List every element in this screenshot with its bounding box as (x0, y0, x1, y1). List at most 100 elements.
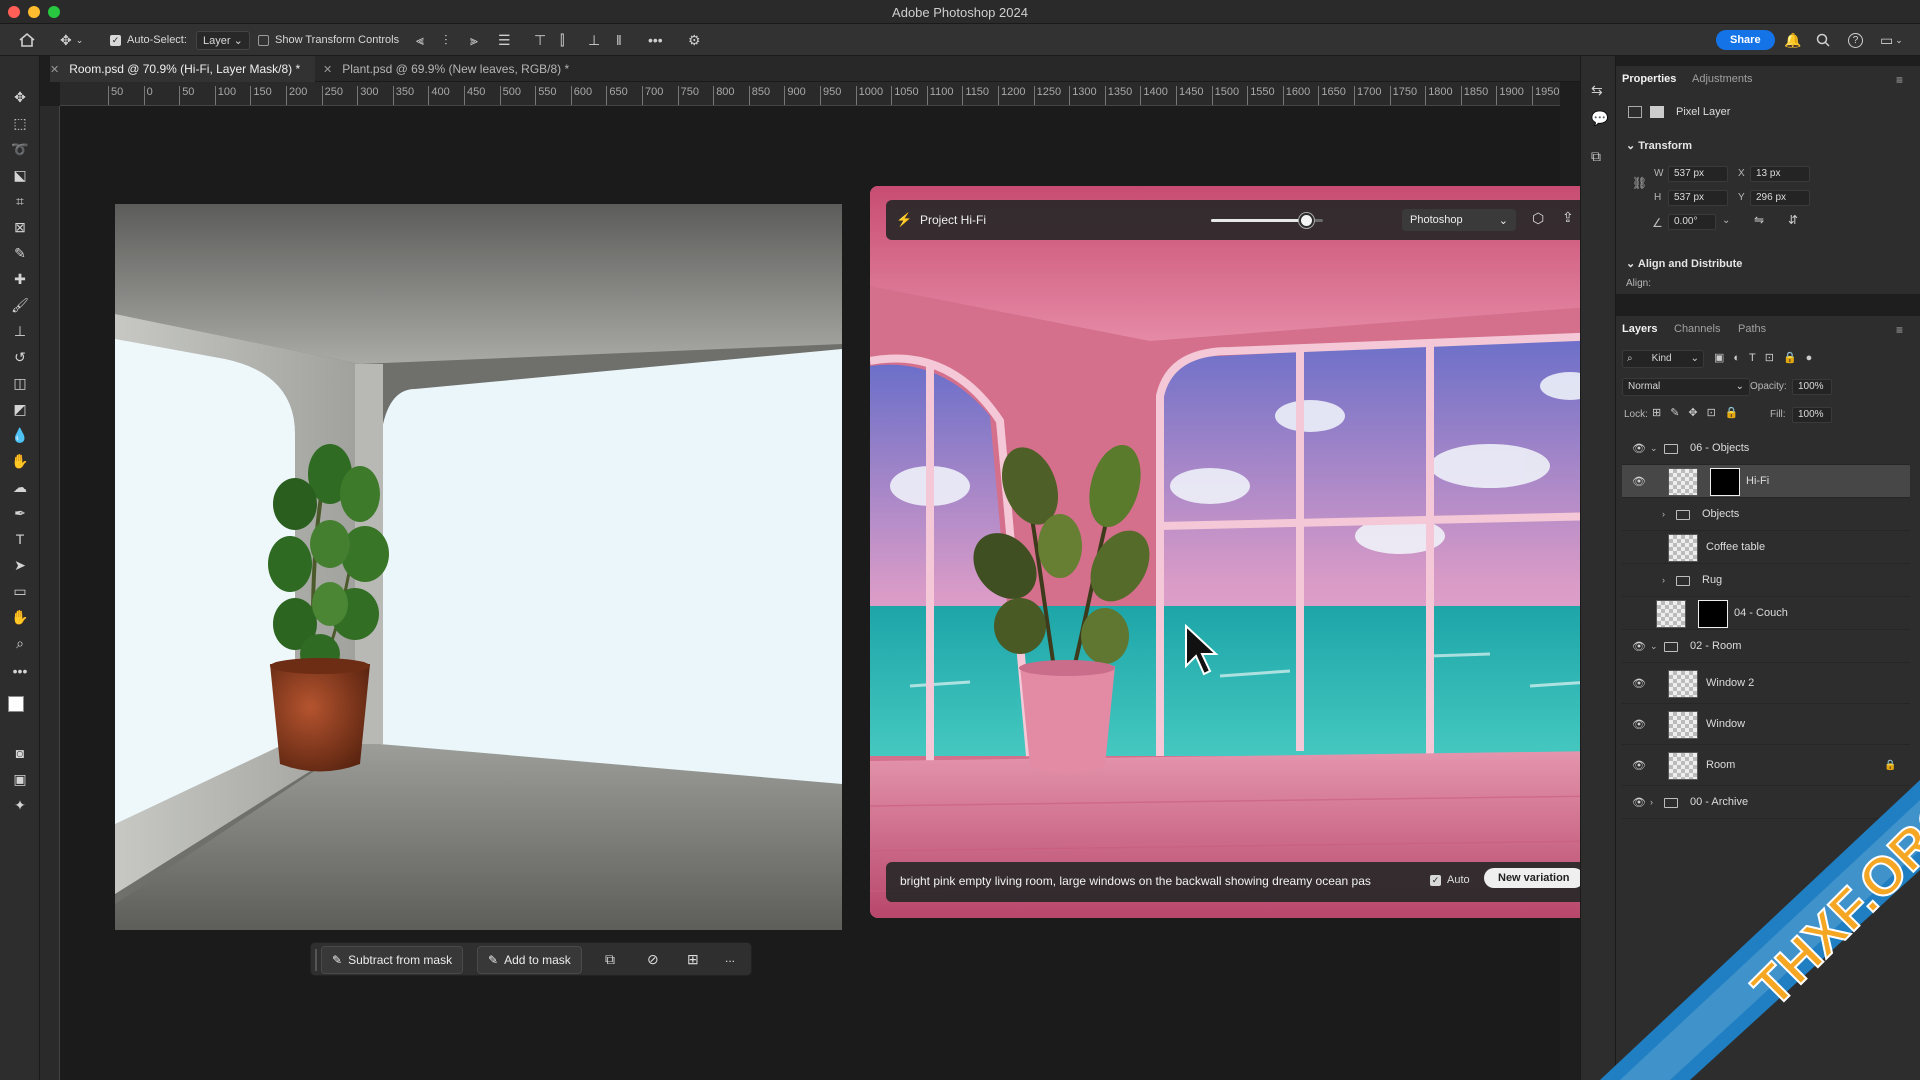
align-center-icon[interactable]: ⫶ (444, 24, 448, 56)
healing-brush-icon[interactable]: ✚ (8, 268, 32, 290)
type-tool-icon[interactable]: T (8, 528, 32, 550)
search-icon[interactable] (1816, 24, 1830, 56)
dodge-tool-icon[interactable]: ✋ (8, 450, 32, 472)
close-tab-icon[interactable]: ✕ (50, 63, 59, 76)
expand-chevron-icon[interactable]: ⌄ (1650, 641, 1658, 652)
notifications-bell-icon[interactable]: 🔔 (1784, 24, 1801, 56)
object-select-tool-icon[interactable]: ⬕ (8, 164, 32, 186)
layer-row[interactable]: 👁 Window (1622, 704, 1910, 745)
layer-row[interactable]: Coffee table (1622, 531, 1910, 564)
strength-slider-knob[interactable] (1299, 213, 1315, 228)
tab-plant-psd[interactable]: ✕ Plant.psd @ 69.9% (New leaves, RGB/8) … (323, 56, 569, 82)
close-tab-icon[interactable]: ✕ (323, 63, 332, 76)
history-icon[interactable]: ⇆ (1591, 82, 1603, 99)
x-field[interactable]: 13 px (1750, 166, 1810, 182)
tab-channels[interactable]: Channels (1674, 316, 1720, 342)
drag-handle[interactable] (315, 949, 317, 971)
source-select[interactable]: Photoshop ⌄ (1402, 209, 1516, 231)
visibility-eye-icon[interactable]: 👁 (1632, 718, 1646, 731)
y-field[interactable]: 296 px (1750, 190, 1810, 206)
move-tool-icon[interactable]: ✥ ⌄ (60, 24, 83, 56)
lock-icons[interactable]: ⊞✎✥⊡🔒 (1652, 406, 1748, 419)
auto-checkbox[interactable]: ✓ Auto (1430, 874, 1470, 886)
blur-tool-icon[interactable]: 💧 (8, 424, 32, 446)
layer-row[interactable]: 👁 ⌄ 02 - Room (1622, 630, 1910, 663)
visibility-eye-icon[interactable]: 👁 (1632, 442, 1646, 455)
mask-settings-icon[interactable]: ⊞ (687, 951, 699, 968)
auto-select-dropdown[interactable]: Layer ⌄ (196, 24, 250, 56)
more-options-icon[interactable]: ••• (648, 24, 663, 56)
auto-select-checkbox[interactable]: ✓ Auto-Select: (110, 24, 187, 56)
align-left-icon[interactable]: ⫷ (416, 24, 424, 56)
disable-mask-icon[interactable]: ⊘ (647, 951, 659, 968)
settings-gear-icon[interactable]: ⚙ (688, 24, 701, 56)
visibility-eye-icon[interactable]: 👁 (1632, 475, 1646, 488)
link-icon[interactable]: ⛓ (1632, 176, 1647, 190)
path-select-icon[interactable]: ➤ (8, 554, 32, 576)
export-icon[interactable]: ⇪ (1562, 209, 1574, 226)
distribute-vertical-icon[interactable]: ‖ (616, 24, 622, 56)
brush-tool-icon[interactable]: 🖌 (8, 294, 32, 316)
layer-row[interactable]: 👁 Window 2 (1622, 663, 1910, 704)
marquee-tool-icon[interactable]: ⬚ (8, 112, 32, 134)
settings-icon[interactable]: ⬡ (1532, 210, 1544, 227)
flip-horizontal-icon[interactable]: ⇋ (1754, 213, 1764, 227)
height-field[interactable]: 537 px (1668, 190, 1728, 206)
more-icon[interactable]: ... (725, 951, 735, 965)
room-document-canvas[interactable] (115, 204, 842, 930)
rectangle-tool-icon[interactable]: ▭ (8, 580, 32, 602)
tab-properties[interactable]: Properties (1622, 66, 1676, 92)
zoom-tool-icon[interactable]: ⌕ (8, 632, 32, 654)
layer-row[interactable]: 👁 ⌄ 06 - Objects (1622, 432, 1910, 465)
angle-field[interactable]: 0.00° (1668, 214, 1716, 230)
visibility-eye-icon[interactable]: 👁 (1632, 677, 1646, 690)
show-transform-checkbox[interactable]: Show Transform Controls (258, 24, 399, 56)
panel-menu-icon[interactable]: ≡ (1896, 73, 1903, 87)
tab-adjustments[interactable]: Adjustments (1692, 66, 1753, 92)
panel-menu-icon[interactable]: ≡ (1896, 323, 1903, 337)
foreground-color-swatch[interactable] (8, 696, 24, 712)
filter-icons[interactable]: ▣◐T⊡🔒● (1714, 351, 1821, 364)
expand-chevron-icon[interactable]: › (1662, 575, 1665, 585)
visibility-eye-icon[interactable]: 👁 (1632, 759, 1646, 772)
layer-row[interactable]: › Rug (1622, 564, 1910, 597)
lasso-tool-icon[interactable]: ➰ (8, 138, 32, 160)
layer-row[interactable]: › Objects (1622, 498, 1910, 531)
help-icon[interactable]: ? (1848, 24, 1863, 56)
expand-chevron-icon[interactable]: ⌄ (1650, 443, 1658, 454)
align-bottom-icon[interactable]: ⊥ (588, 24, 600, 56)
visibility-eye-icon[interactable]: 👁 (1632, 640, 1646, 653)
layer-row[interactable]: 04 - Couch (1622, 597, 1910, 630)
align-middle-icon[interactable]: ⫿ (560, 24, 564, 56)
width-field[interactable]: 537 px (1668, 166, 1728, 182)
screen-mode-icon[interactable]: ▣ (8, 768, 32, 790)
layer-mask-thumbnail[interactable] (1710, 467, 1740, 496)
move-tool-icon[interactable]: ✥ (8, 86, 32, 108)
crop-tool-icon[interactable]: ⌗ (8, 190, 32, 212)
quick-mask-icon[interactable]: ◙ (8, 742, 32, 764)
align-top-icon[interactable]: ⊤ (534, 24, 546, 56)
expand-chevron-icon[interactable]: › (1662, 509, 1665, 519)
more-tools-icon[interactable]: ••• (8, 660, 32, 682)
opacity-field[interactable]: 100% (1792, 379, 1832, 395)
align-right-icon[interactable]: ⫸ (470, 24, 478, 56)
libraries-icon[interactable]: ⧉ (1591, 148, 1601, 165)
generative-icon[interactable]: ✦ (8, 794, 32, 816)
pen-tool-icon[interactable]: ✒ (8, 502, 32, 524)
layer-mask-thumbnail[interactable] (1698, 599, 1728, 628)
share-button[interactable]: Share (1716, 24, 1775, 56)
frame-tool-icon[interactable]: ⊠ (8, 216, 32, 238)
workspace-icon[interactable]: ▭ ⌄ (1880, 24, 1903, 56)
layer-row[interactable]: 👁 Hi-Fi (1622, 465, 1910, 498)
tab-room-psd[interactable]: ✕ Room.psd @ 70.9% (Hi-Fi, Layer Mask/8)… (50, 56, 315, 82)
flip-vertical-icon[interactable]: ⇵ (1788, 213, 1798, 227)
smudge-tool-icon[interactable]: ☁ (8, 476, 32, 498)
add-to-mask-button[interactable]: ✎ Add to mask (477, 946, 582, 974)
history-brush-icon[interactable]: ↺ (8, 346, 32, 368)
blend-mode-select[interactable]: Normal ⌄ (1622, 378, 1750, 396)
kind-filter[interactable]: ⌕ Kind ⌄ (1622, 350, 1704, 368)
hand-tool-icon[interactable]: ✋ (8, 606, 32, 628)
tab-paths[interactable]: Paths (1738, 316, 1766, 342)
angle-dropdown-icon[interactable]: ⌄ (1722, 215, 1730, 226)
stamp-tool-icon[interactable]: ⊥ (8, 320, 32, 342)
